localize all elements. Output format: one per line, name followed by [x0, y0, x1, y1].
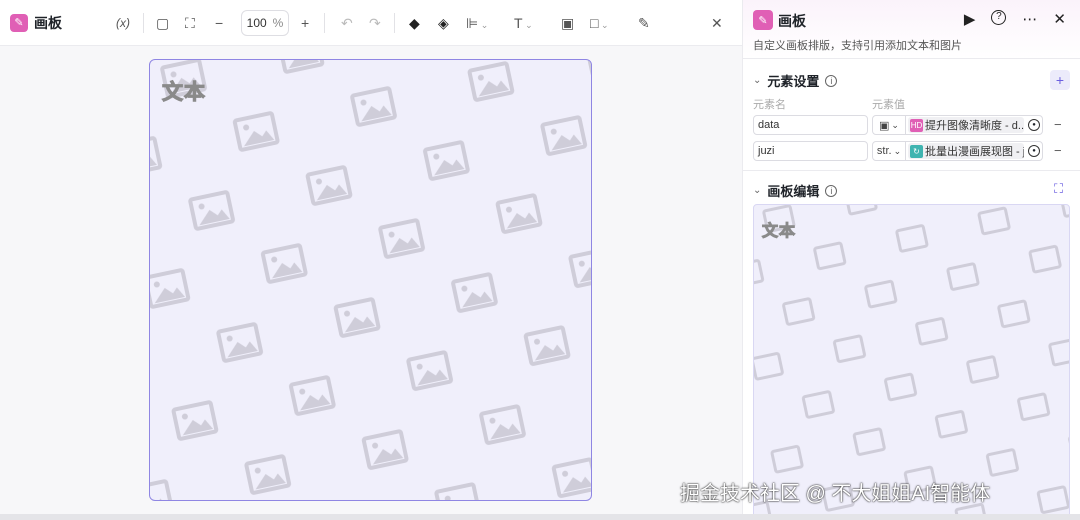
reference-target-icon[interactable]: ● [1028, 119, 1040, 131]
settings-panel: ✎ 画板 自定义画板排版，支持引用添加文本和图片 ▶ ? ⋯ ✕ ⌄ 元素设置 … [742, 0, 1080, 520]
image-placeholder-pattern [754, 205, 1069, 519]
column-header-value: 元素值 [872, 99, 905, 111]
info-icon: i [825, 74, 838, 87]
zoom-out-button[interactable]: − [215, 14, 223, 32]
image-type-icon: ▣ [879, 119, 890, 132]
value-chip[interactable]: HD 提升图像清晰度 - d... × [908, 117, 1024, 133]
preview-text-element: 文本 [761, 223, 797, 241]
loop-icon: ↻ [910, 144, 923, 158]
watermark: 掘金技术社区 @ 不大姐姐AI智能体 [680, 483, 991, 505]
element-value-field[interactable]: str.⌄ ↻ 批量出漫画展现图 - j. × ● [872, 141, 1043, 161]
zoom-input[interactable]: 100 % [241, 10, 289, 36]
section-title: 画板编辑 [767, 184, 820, 199]
fit-canvas-icon[interactable]: ▢ [156, 14, 169, 32]
fullscreen-icon[interactable]: ⛶ [185, 14, 195, 32]
type-select[interactable]: ▣ ⌄ [873, 116, 906, 134]
align-dropdown-icon[interactable]: ⊫ ⌄ [466, 14, 488, 34]
chevron-down-icon: ⌄ [753, 185, 762, 196]
chip-label: 提升图像清晰度 - d... [925, 120, 1024, 132]
divider [743, 170, 1080, 171]
canvas-logo-icon: ✎ [753, 10, 773, 30]
more-icon[interactable]: ⋯ [1022, 10, 1037, 28]
reference-target-icon[interactable]: ● [1028, 145, 1040, 157]
type-select[interactable]: str. ⌄ [873, 142, 906, 160]
column-header-name: 元素名 [753, 99, 786, 111]
type-label: str. [876, 145, 892, 157]
chip-label: 批量出漫画展现图 - j. [925, 146, 1024, 158]
divider [394, 13, 395, 33]
close-editor-button[interactable]: ✕ [711, 14, 723, 32]
panel-title: 画板 [778, 13, 806, 29]
editor-section-header[interactable]: ⌄ 画板编辑 i [753, 181, 838, 200]
text-tool-icon[interactable]: T ⌄ [514, 14, 533, 34]
canvas-logo-icon: ✎ [10, 13, 28, 32]
toolbar-title: 画板 [34, 14, 62, 31]
image-tool-icon[interactable]: ▣ [561, 14, 574, 32]
chevron-down-icon: ⌄ [753, 75, 762, 86]
panel-header: ✎ 画板 自定义画板排版，支持引用添加文本和图片 ▶ ? ⋯ ✕ [743, 0, 1080, 59]
shape-tool-icon[interactable]: □ ⌄ [590, 14, 609, 34]
element-name-input[interactable]: juzi [753, 141, 868, 161]
divider [324, 13, 325, 33]
close-icon[interactable]: ✕ [1053, 10, 1066, 28]
remove-element-button[interactable]: − [1054, 143, 1062, 158]
zoom-value: 100 [246, 16, 267, 30]
canvas-preview[interactable]: 文本 [753, 204, 1070, 520]
redo-icon[interactable]: ↷ [369, 14, 381, 32]
bring-forward-icon[interactable]: ◆ [409, 14, 420, 32]
panel-description: 自定义画板排版，支持引用添加文本和图片 [753, 40, 962, 52]
elements-section-header[interactable]: ⌄ 元素设置 i [753, 71, 838, 90]
layers-icon[interactable]: ◈ [438, 14, 449, 32]
divider [143, 13, 144, 33]
remove-element-button[interactable]: − [1054, 117, 1062, 132]
zoom-unit: % [272, 16, 284, 30]
hd-icon: HD [910, 118, 923, 132]
pen-tool-icon[interactable]: ✎ [638, 14, 650, 32]
image-placeholder-pattern [150, 60, 591, 500]
run-icon[interactable]: ▶ [964, 10, 976, 28]
expand-icon[interactable]: ⛶ [1054, 181, 1063, 197]
value-chip[interactable]: ↻ 批量出漫画展现图 - j. × [908, 143, 1024, 159]
section-title: 元素设置 [767, 74, 820, 89]
undo-icon[interactable]: ↶ [341, 14, 353, 32]
canvas-board[interactable]: 文本 [149, 59, 592, 501]
help-icon[interactable]: ? [991, 10, 1007, 25]
add-element-button[interactable]: + [1050, 70, 1070, 90]
variable-button[interactable]: (x) [116, 14, 130, 32]
canvas-toolbar: ✎ 画板 (x) ▢ ⛶ − 100 % + ↶ ↷ ◆ ◈ ⊫ ⌄ T ⌄ ▣… [0, 0, 742, 46]
element-name-input[interactable]: data [753, 115, 868, 135]
canvas-text-element[interactable]: 文本 [162, 76, 206, 106]
element-value-field[interactable]: ▣⌄ HD 提升图像清晰度 - d... × ● [872, 115, 1043, 135]
editor-area: ✎ 画板 (x) ▢ ⛶ − 100 % + ↶ ↷ ◆ ◈ ⊫ ⌄ T ⌄ ▣… [0, 0, 742, 520]
horizontal-scrollbar[interactable] [0, 514, 1080, 520]
info-icon: i [825, 184, 838, 197]
zoom-in-button[interactable]: + [301, 14, 309, 32]
